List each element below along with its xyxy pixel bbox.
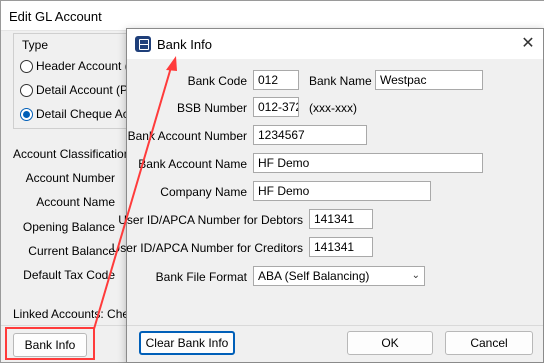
bsb-format-hint: (xxx-xxx) <box>309 101 357 115</box>
bank-name-label: Bank Name <box>309 74 372 88</box>
bank-name-input[interactable]: Westpac <box>375 70 483 90</box>
bank-account-number-input[interactable]: 1234567 <box>253 125 367 145</box>
radio-button-selected[interactable] <box>20 107 33 121</box>
default-tax-code-label: Default Tax Code <box>23 268 115 282</box>
close-icon[interactable]: ✕ <box>513 29 543 59</box>
bank-file-format-value: ABA (Self Balancing) <box>258 269 370 283</box>
type-legend: Type <box>22 38 49 52</box>
gl-dialog-title: Edit GL Account <box>9 9 102 24</box>
ok-button[interactable]: OK <box>347 331 433 355</box>
cancel-button[interactable]: Cancel <box>445 331 533 355</box>
user-id-creditors-label: User ID/APCA Number for Creditors <box>111 241 303 255</box>
user-id-debtors-label: User ID/APCA Number for Debtors <box>118 213 303 227</box>
bank-account-name-label: Bank Account Name <box>138 157 247 171</box>
opening-balance-label: Opening Balance <box>22 220 115 234</box>
bank-info-dialog: Bank Info ✕ Bank Code 012 Bank Name West… <box>112 28 544 363</box>
bank-file-format-select[interactable]: ABA (Self Balancing) ⌄ <box>253 266 425 286</box>
bank-code-label: Bank Code <box>187 74 247 88</box>
type-group: Type Header Account (n Detail Account (P… <box>13 33 143 129</box>
radio-detail-account[interactable]: Detail Account (Pos <box>20 82 141 98</box>
radio-detail-cheque-account[interactable]: Detail Cheque Acco <box>20 106 141 122</box>
company-name-label: Company Name <box>160 185 247 199</box>
user-id-debtors-input[interactable]: 141341 <box>309 209 373 229</box>
bank-file-format-label: Bank File Format <box>155 270 247 284</box>
radio-button[interactable] <box>20 59 33 73</box>
chevron-down-icon: ⌄ <box>411 270 420 281</box>
bank-account-number-label: Bank Account Number <box>127 129 247 143</box>
bsb-number-label: BSB Number <box>176 101 247 115</box>
company-name-input[interactable]: HF Demo <box>253 181 431 201</box>
clear-bank-info-button[interactable]: Clear Bank Info <box>139 331 235 355</box>
account-number-label: Account Number <box>25 171 115 185</box>
bank-dialog-titlebar: Bank Info ✕ <box>127 29 543 59</box>
bank-account-name-input[interactable]: HF Demo <box>253 153 483 173</box>
bank-code-input[interactable]: 012 <box>253 70 299 90</box>
radio-label: Header Account (n <box>36 59 136 73</box>
bsb-number-input[interactable]: 012-372 <box>253 97 299 117</box>
account-name-label: Account Name <box>36 195 115 209</box>
gl-dialog-titlebar: Edit GL Account <box>1 1 544 31</box>
app-logo-icon <box>135 36 151 52</box>
bank-info-highlight-box <box>5 327 95 360</box>
bank-dialog-title: Bank Info <box>157 37 212 52</box>
divider <box>1 325 131 326</box>
radio-label: Detail Account (Pos <box>36 83 141 97</box>
account-classification-label: Account Classification <box>13 147 131 161</box>
current-balance-label: Current Balance <box>28 244 115 258</box>
radio-button[interactable] <box>20 83 33 97</box>
user-id-creditors-input[interactable]: 141341 <box>309 237 373 257</box>
radio-header-account[interactable]: Header Account (n <box>20 58 135 74</box>
